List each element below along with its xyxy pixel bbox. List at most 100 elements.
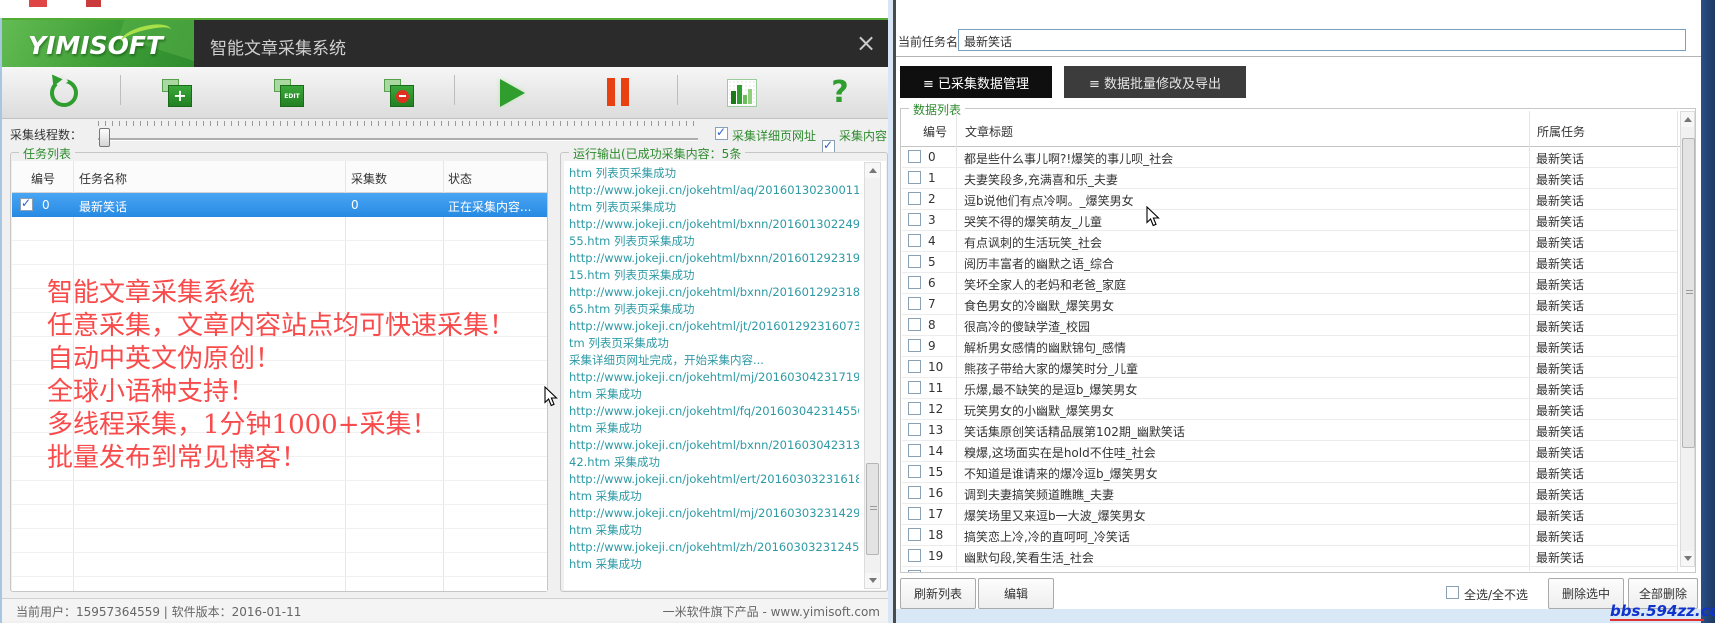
thread-slider[interactable] (98, 138, 698, 141)
row-checkbox[interactable] (908, 318, 921, 331)
article-row[interactable]: 10 熊孩子带给大家的爆笑时分_儿童 最新笑话 (902, 357, 1677, 378)
article-row[interactable]: 2 逗b说他们有点冷啊。_爆笑男女 最新笑话 (902, 189, 1677, 210)
article-row[interactable]: 1 夫妻笑段多,充满喜和乐_夫妻 最新笑话 (902, 168, 1677, 189)
statistics-button[interactable] (722, 72, 762, 114)
row-task: 最新笑话 (1536, 194, 1585, 208)
article-row[interactable]: 16 调到夫妻搞笑频道瞧瞧_夫妻 最新笑话 (902, 483, 1677, 504)
pause-button[interactable] (598, 72, 638, 114)
article-row[interactable]: 0 都是些什么事儿啊?!爆笑的事儿呗_社会 最新笑话 (902, 147, 1677, 168)
row-title: 幽默句段,笑看生活_社会 (964, 551, 1094, 565)
yimisoft-logo: YIMISOFT (2, 20, 194, 67)
promo-line: 多线程采集，1分钟1000+采集！ (47, 410, 438, 440)
article-row[interactable]: 18 搞笑恋上冷,冷的直呵呵_冷笑话 最新笑话 (902, 525, 1677, 546)
delete-task-button[interactable] (379, 72, 419, 114)
row-checkbox[interactable] (908, 549, 921, 562)
article-row[interactable]: 19 幽默句段,笑看生活_社会 最新笑话 (902, 546, 1677, 567)
row-task: 最新笑话 (1536, 551, 1585, 565)
add-task-button[interactable]: + (157, 72, 197, 114)
refresh-list-button[interactable]: 刷新列表 (900, 578, 976, 609)
row-checkbox[interactable] (908, 276, 921, 289)
article-row[interactable]: 7 食色男女的冷幽默_爆笑男女 最新笑话 (902, 294, 1677, 315)
article-row[interactable]: 12 玩笑男女的小幽默_爆笑男女 最新笑话 (902, 399, 1677, 420)
row-task: 最新笑话 (1536, 383, 1585, 397)
task-row-selected[interactable]: 0 最新笑话 0 正在采集内容... (12, 193, 547, 217)
article-row[interactable]: 11 乐爆,最不缺笑的是逗b_爆笑男女 最新笑话 (902, 378, 1677, 399)
row-checkbox[interactable] (908, 360, 921, 373)
output-line: http://www.jokeji.cn/jokehtml/fq/2016030… (569, 404, 859, 418)
row-checkbox[interactable] (908, 255, 921, 268)
row-title: 熊孩子带给大家的爆笑时分_儿童 (964, 362, 1139, 376)
task-table-header: 编号 任务名称 采集数 状态 (12, 161, 547, 193)
article-row[interactable]: 14 糗爆,这场面实在是hold不住哇_社会 最新笑话 (902, 441, 1677, 462)
article-row[interactable]: 9 解析男女感情的幽默锦句_感情 最新笑话 (902, 336, 1677, 357)
table-scrollbar[interactable] (1680, 111, 1695, 567)
article-row[interactable]: 8 很高冷的傻缺学渣_校园 最新笑话 (902, 315, 1677, 336)
article-row[interactable]: 3 哭笑不得的爆笑萌友_儿童 最新笑话 (902, 210, 1677, 231)
detail-url-checkbox[interactable] (715, 125, 728, 140)
tab-batch-export[interactable]: ≡ 数据批量修改及导出 (1064, 66, 1246, 98)
screen: YIMISOFT 智能文章采集系统 × + EDIT ? 采集线程数： ✓ 采集… (0, 0, 1715, 623)
col-status: 状态 (448, 172, 473, 186)
row-task: 最新笑话 (1536, 236, 1585, 250)
output-line: 采集详细页网址完成，开始采集内容... (569, 353, 764, 367)
row-checkbox[interactable] (908, 192, 921, 205)
screen-artifact (86, 0, 101, 7)
article-row[interactable]: 20 笑很简单,逗b一出现我就笑了_爆笑男女 最新笑话 (902, 567, 1677, 572)
row-checkbox[interactable] (908, 339, 921, 352)
current-task-input[interactable]: 最新笑话 (958, 29, 1686, 51)
row-title: 哭笑不得的爆笑萌友_儿童 (964, 215, 1103, 229)
row-checkbox[interactable] (908, 570, 921, 572)
row-checkbox[interactable] (908, 402, 921, 415)
article-row[interactable]: 4 有点讽刺的生活玩笑_社会 最新笑话 (902, 231, 1677, 252)
output-line: htm 采集成功 (569, 387, 642, 401)
row-id: 3 (928, 213, 936, 227)
scrollbar-thumb[interactable] (866, 463, 879, 555)
row-checkbox[interactable] (908, 171, 921, 184)
article-row[interactable]: 17 爆笑场里又来逗b一大波_爆笑男女 最新笑话 (902, 504, 1677, 525)
edit-task-button[interactable]: EDIT (269, 72, 309, 114)
select-all-checkbox[interactable] (1446, 586, 1459, 599)
row-checkbox[interactable] (908, 297, 921, 310)
scroll-up-icon[interactable] (1681, 112, 1694, 127)
row-title: 逗b说他们有点冷啊。_爆笑男女 (964, 194, 1134, 208)
row-title: 爆笑场里又来逗b一大波_爆笑男女 (964, 509, 1146, 523)
row-task: 最新笑话 (1536, 530, 1585, 544)
row-checkbox[interactable] (908, 486, 921, 499)
collect-content-label: 采集内容 (839, 129, 888, 143)
row-checkbox[interactable] (908, 234, 921, 247)
slider-handle[interactable] (99, 128, 110, 147)
close-icon[interactable]: × (848, 26, 884, 60)
refresh-button[interactable] (44, 72, 84, 114)
row-checkbox[interactable] (908, 507, 921, 520)
desktop-edge-bar (1701, 0, 1715, 623)
col-id: 编号 (923, 125, 948, 139)
article-row[interactable]: 15 不知道是谁请来的爆冷逗b_爆笑男女 最新笑话 (902, 462, 1677, 483)
task-row-status: 正在采集内容... (448, 200, 532, 214)
row-task: 最新笑话 (1536, 446, 1585, 460)
row-id: 9 (928, 339, 936, 353)
row-checkbox[interactable] (908, 465, 921, 478)
row-task: 最新笑话 (1536, 320, 1585, 334)
collector-window: YIMISOFT 智能文章采集系统 × + EDIT ? 采集线程数： ✓ 采集… (0, 18, 890, 623)
edit-button[interactable]: 编辑 (978, 578, 1054, 609)
titlebar[interactable]: YIMISOFT 智能文章采集系统 × (2, 18, 890, 67)
scrollbar-thumb[interactable] (1682, 138, 1695, 448)
output-scrollbar[interactable] (864, 162, 881, 589)
start-button[interactable] (492, 72, 532, 114)
col-task: 所属任务 (1537, 125, 1586, 139)
row-checkbox[interactable] (908, 423, 921, 436)
row-checkbox[interactable] (908, 444, 921, 457)
article-row[interactable]: 6 笑坏全家人的老妈和老爸_家庭 最新笑话 (902, 273, 1677, 294)
row-checkbox[interactable] (908, 150, 921, 163)
row-checkbox[interactable] (908, 381, 921, 394)
row-id: 11 (928, 381, 944, 395)
article-row[interactable]: 13 笑话集原创笑话精品展第102期_幽默笑话 最新笑话 (902, 420, 1677, 441)
help-button[interactable]: ? (820, 72, 860, 114)
row-checkbox[interactable] (908, 213, 921, 226)
row-checkbox[interactable] (908, 528, 921, 541)
scroll-up-icon[interactable] (865, 163, 880, 178)
scroll-down-icon[interactable] (1681, 551, 1694, 566)
scroll-down-icon[interactable] (865, 573, 880, 588)
article-row[interactable]: 5 阅历丰富者的幽默之语_综合 最新笑话 (902, 252, 1677, 273)
task-row-checkbox[interactable] (20, 196, 33, 211)
